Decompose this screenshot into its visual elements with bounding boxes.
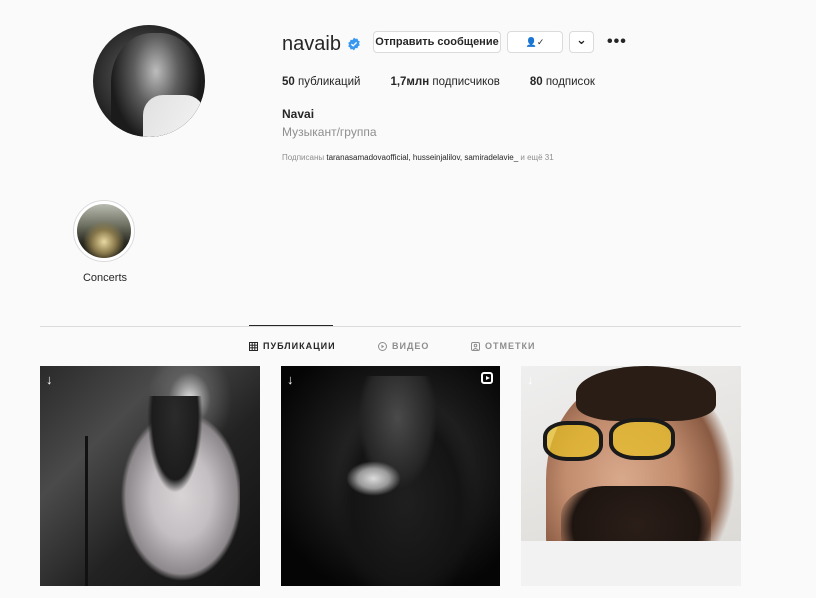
posts-label: публикаций (298, 76, 361, 88)
story-highlight[interactable] (73, 200, 135, 262)
following-stat[interactable]: 80 подписок (530, 76, 595, 88)
tabs-divider (40, 326, 741, 327)
profile-avatar[interactable] (93, 25, 205, 137)
full-name: Navai (282, 107, 315, 121)
download-icon[interactable]: ↓ (527, 372, 534, 387)
tab-posts-label: ПУБЛИКАЦИИ (263, 341, 336, 351)
highlight-label: Concerts (82, 272, 128, 284)
post-thumbnail[interactable]: ↓ (281, 366, 500, 586)
suggested-chevron-button[interactable]: ⌄ (569, 31, 594, 53)
post-hair (576, 366, 716, 421)
active-tab-indicator (249, 325, 333, 326)
tagged-icon (471, 341, 480, 351)
post-glasses-left (543, 421, 603, 461)
followers-stat[interactable]: 1,7млн подписчиков (390, 76, 499, 88)
post-figure (110, 396, 240, 586)
tab-tagged[interactable]: ОТМЕТКИ (471, 341, 535, 351)
options-icon[interactable]: ••• (607, 34, 627, 50)
following-count: 80 (529, 76, 543, 88)
grid-icon (249, 341, 258, 351)
verified-badge-icon (348, 37, 360, 51)
tab-video[interactable]: ВИДЕО (378, 341, 429, 351)
followers-label: подписчиков (432, 76, 500, 88)
post-thumbnail[interactable]: ↓ (40, 366, 260, 586)
post-hoodie-print (346, 461, 401, 496)
post-thumbnail[interactable]: ↓ (521, 366, 741, 586)
tab-video-label: ВИДЕО (392, 341, 430, 351)
followed-by[interactable]: Подписаны taranasamadovaofficial, hussei… (282, 153, 554, 162)
followed-by-prefix: Подписаны (282, 153, 325, 162)
username: navaib (282, 32, 341, 55)
video-icon (378, 341, 387, 351)
username-row: navaib (282, 31, 361, 57)
reel-icon (481, 372, 493, 384)
highlight-cover (77, 204, 131, 258)
avatar-shirt (143, 95, 205, 137)
chevron-down-icon: ⌄ (576, 31, 587, 47)
download-icon[interactable]: ↓ (46, 372, 53, 387)
post-shirt (521, 541, 741, 586)
posts-count: 50 (282, 76, 295, 88)
tab-posts[interactable]: ПУБЛИКАЦИИ (249, 341, 336, 351)
tab-tagged-label: ОТМЕТКИ (485, 341, 536, 351)
following-label: подписок (545, 76, 595, 88)
send-message-button[interactable]: Отправить сообщение (373, 31, 501, 53)
posts-stat: 50 публикаций (282, 76, 360, 88)
following-button[interactable]: 👤✓ (507, 31, 563, 53)
profile-stats: 50 публикаций 1,7млн подписчиков 80 подп… (282, 76, 625, 88)
post-glasses-right (609, 418, 675, 460)
post-mic-stand (85, 436, 88, 586)
download-icon[interactable]: ↓ (287, 372, 294, 387)
following-user-icon: 👤✓ (525, 36, 545, 47)
followers-count: 1,7млн (390, 76, 430, 88)
followed-by-suffix: и ещё 31 (520, 153, 554, 162)
followed-by-users: taranasamadovaofficial, husseinjalilov, … (326, 153, 519, 162)
profile-category: Музыкант/группа (282, 125, 377, 139)
